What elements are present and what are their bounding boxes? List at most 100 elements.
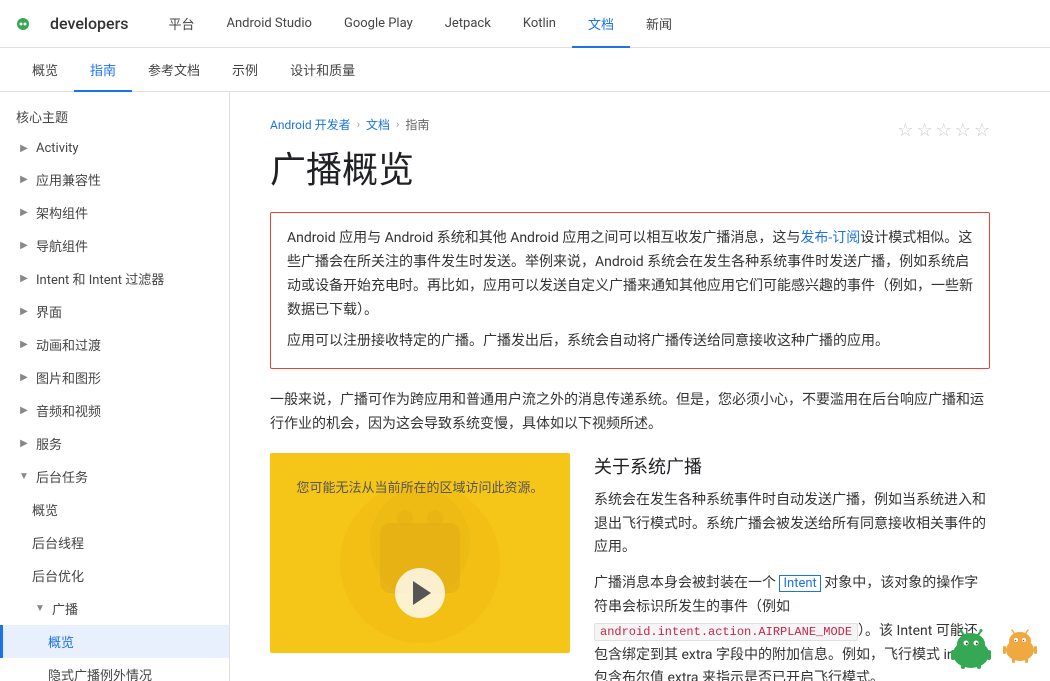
breadcrumb: Android 开发者 › 文档 › 指南 xyxy=(270,116,429,133)
sidebar-item-label: Activity xyxy=(36,141,79,156)
sidebar-item-background[interactable]: ▼ 后台任务 xyxy=(0,460,229,493)
sidebar-item-compat[interactable]: ▶ 应用兼容性 xyxy=(0,163,229,196)
video-overlay-text: 您可能无法从当前所在的区域访问此资源。 xyxy=(270,469,570,504)
highlight-box: Android 应用与 Android 系统和其他 Android 应用之间可以… xyxy=(270,212,990,369)
android-creature-1 xyxy=(946,626,996,671)
sidebar-item-label: 概览 xyxy=(32,500,58,519)
chevron-right-icon: ▶ xyxy=(16,337,32,353)
logo-text: developers xyxy=(50,14,129,33)
sidebar-item-services[interactable]: ▶ 服务 xyxy=(0,427,229,460)
nav-docs[interactable]: 文档 xyxy=(572,0,630,48)
breadcrumb-separator: › xyxy=(396,118,399,131)
sidebar-item-images[interactable]: ▶ 图片和图形 xyxy=(0,361,229,394)
airplane-mode-code: android.intent.action.AIRPLANE_MODE xyxy=(594,623,858,641)
chevron-right-icon: ▶ xyxy=(16,172,32,188)
sidebar-item-label: 动画和过渡 xyxy=(36,335,101,354)
sidebar-item-broadcast-overview[interactable]: 概览 xyxy=(0,625,229,658)
sidebar-item-label: 导航组件 xyxy=(36,236,88,255)
sidebar-item-label: 后台线程 xyxy=(32,533,84,552)
star-1[interactable]: ☆ xyxy=(897,120,913,141)
sidebar-item-label: 服务 xyxy=(36,434,62,453)
chevron-right-icon: ▶ xyxy=(16,403,32,419)
star-3[interactable]: ☆ xyxy=(936,120,952,141)
sidebar-item-nav[interactable]: ▶ 导航组件 xyxy=(0,229,229,262)
sidebar-item-label: 应用兼容性 xyxy=(36,170,101,189)
chevron-right-icon: ▶ xyxy=(16,370,32,386)
body-text-1: 一般来说，广播可作为跨应用和普通用户流之外的消息传递系统。但是，您必须小心，不要… xyxy=(270,389,990,437)
breadcrumb-current: 指南 xyxy=(405,116,429,133)
chevron-right-icon: ▶ xyxy=(16,140,32,156)
intent-link-1[interactable]: Intent xyxy=(779,575,820,592)
subnav-guides[interactable]: 指南 xyxy=(74,48,132,92)
chevron-down-icon: ▼ xyxy=(32,601,48,617)
sidebar-item-label: 后台任务 xyxy=(36,467,88,486)
sidebar-item-label: 核心主题 xyxy=(16,107,68,126)
sidebar-item-label: 概览 xyxy=(48,632,74,651)
logo[interactable]: developers xyxy=(16,14,129,33)
star-4[interactable]: ☆ xyxy=(955,120,971,141)
nav-google-play[interactable]: Google Play xyxy=(328,0,429,48)
sidebar-item-ui[interactable]: ▶ 界面 xyxy=(0,295,229,328)
chevron-right-icon: ▶ xyxy=(16,271,32,287)
chevron-down-icon: ▼ xyxy=(16,469,32,485)
top-nav-links: 平台 Android Studio Google Play Jetpack Ko… xyxy=(153,0,1035,48)
system-broadcast-para1: 系统会在发生各种系统事件时自动发送广播，例如当系统进入和退出飞行模式时。系统广播… xyxy=(594,489,990,560)
sub-navigation: 概览 指南 参考文档 示例 设计和质量 xyxy=(0,48,1050,92)
chevron-right-icon: ▶ xyxy=(16,205,32,221)
nav-news[interactable]: 新闻 xyxy=(630,0,688,48)
system-broadcast-section: 关于系统广播 系统会在发生各种系统事件时自动发送广播，例如当系统进入和退出飞行模… xyxy=(594,453,990,681)
sidebar-item-bg-thread[interactable]: 后台线程 xyxy=(0,526,229,559)
stars-rating: ☆ ☆ ☆ ☆ ☆ xyxy=(897,116,990,141)
android-logo-icon xyxy=(16,15,44,33)
top-navigation: developers 平台 Android Studio Google Play… xyxy=(0,0,1050,48)
system-broadcast-title: 关于系统广播 xyxy=(594,453,990,479)
sidebar-item-label: 后台优化 xyxy=(32,566,84,585)
sidebar: 核心主题 ▶ Activity ▶ 应用兼容性 ▶ 架构组件 ▶ 导航组件 ▶ … xyxy=(0,92,230,681)
subnav-samples[interactable]: 示例 xyxy=(216,48,274,92)
star-2[interactable]: ☆ xyxy=(916,120,932,141)
main-content: Android 开发者 › 文档 › 指南 ☆ ☆ ☆ ☆ ☆ 广播概览 And… xyxy=(230,92,1030,681)
subnav-design[interactable]: 设计和质量 xyxy=(274,48,371,92)
footer-creatures xyxy=(946,626,1040,671)
sidebar-item-arch[interactable]: ▶ 架构组件 xyxy=(0,196,229,229)
sidebar-item-label: 图片和图形 xyxy=(36,368,101,387)
sidebar-item-bg-overview[interactable]: 概览 xyxy=(0,493,229,526)
system-broadcast-para2: 广播消息本身会被封装在一个 Intent 对象中，该对象的操作字符串会标识所发生… xyxy=(594,572,990,681)
star-5[interactable]: ☆ xyxy=(974,120,990,141)
main-layout: 核心主题 ▶ Activity ▶ 应用兼容性 ▶ 架构组件 ▶ 导航组件 ▶ … xyxy=(0,92,1050,681)
subnav-reference[interactable]: 参考文档 xyxy=(132,48,216,92)
nav-platform[interactable]: 平台 xyxy=(153,0,211,48)
sidebar-item-bg-optimize[interactable]: 后台优化 xyxy=(0,559,229,592)
nav-android-studio[interactable]: Android Studio xyxy=(211,0,328,48)
sidebar-item-label: 隐式广播例外情况 xyxy=(48,665,152,681)
sidebar-item-topics[interactable]: 核心主题 xyxy=(0,100,229,133)
sidebar-item-label: 架构组件 xyxy=(36,203,88,222)
sidebar-item-audio[interactable]: ▶ 音频和视频 xyxy=(0,394,229,427)
breadcrumb-link-android[interactable]: Android 开发者 xyxy=(270,116,351,133)
chevron-right-icon: ▶ xyxy=(16,304,32,320)
chevron-right-icon: ▶ xyxy=(16,238,32,254)
sidebar-item-label: 广播 xyxy=(52,599,78,618)
breadcrumb-separator: › xyxy=(357,118,360,131)
sidebar-item-activity[interactable]: ▶ Activity xyxy=(0,133,229,163)
sidebar-item-intent[interactable]: ▶ Intent 和 Intent 过滤器 xyxy=(0,262,229,295)
sidebar-item-broadcast-implicit[interactable]: 隐式广播例外情况 xyxy=(0,658,229,681)
nav-kotlin[interactable]: Kotlin xyxy=(507,0,572,48)
sidebar-item-broadcast[interactable]: ▼ 广播 xyxy=(0,592,229,625)
highlight-para-1: Android 应用与 Android 系统和其他 Android 应用之间可以… xyxy=(287,227,973,322)
page-title: 广播概览 xyxy=(270,149,990,192)
sidebar-item-label: 界面 xyxy=(36,302,62,321)
sidebar-item-label: Intent 和 Intent 过滤器 xyxy=(36,269,164,288)
video-play-button[interactable] xyxy=(395,568,445,618)
sidebar-item-animation[interactable]: ▶ 动画和过渡 xyxy=(0,328,229,361)
chevron-right-icon: ▶ xyxy=(16,436,32,452)
android-creature-2 xyxy=(1000,626,1040,664)
highlight-para-2: 应用可以注册接收特定的广播。广播发出后，系统会自动将广播传送给同意接收这种广播的… xyxy=(287,330,973,354)
subnav-overview[interactable]: 概览 xyxy=(16,48,74,92)
video-player[interactable]: 您可能无法从当前所在的区域访问此资源。 xyxy=(270,453,570,653)
breadcrumb-link-docs[interactable]: 文档 xyxy=(366,116,390,133)
sidebar-item-label: 音频和视频 xyxy=(36,401,101,420)
page-header-row: Android 开发者 › 文档 › 指南 ☆ ☆ ☆ ☆ ☆ xyxy=(270,116,990,149)
pubsub-link[interactable]: 发布-订阅 xyxy=(800,230,860,246)
nav-jetpack[interactable]: Jetpack xyxy=(429,0,507,48)
